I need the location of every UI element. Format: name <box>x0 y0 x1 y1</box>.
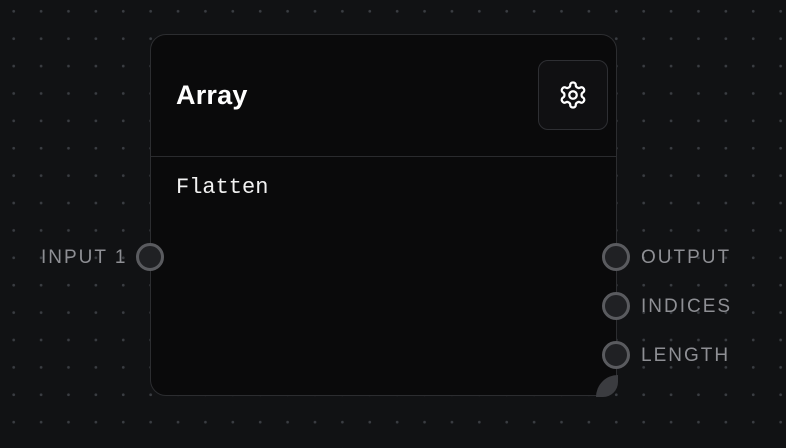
input-port-label: INPUT 1 <box>41 247 128 268</box>
operation-label: Flatten <box>176 175 269 200</box>
array-node[interactable]: Array Flatten <box>150 34 617 396</box>
output-port-label: OUTPUT <box>641 247 732 268</box>
node-header[interactable]: Array <box>151 35 616 157</box>
output-port[interactable] <box>602 243 630 271</box>
indices-port[interactable] <box>602 292 630 320</box>
length-port[interactable] <box>602 341 630 369</box>
length-port-label: LENGTH <box>641 345 731 366</box>
gear-icon <box>558 80 588 110</box>
node-title: Array <box>176 80 248 110</box>
input-port-1[interactable] <box>136 243 164 271</box>
node-editor-canvas[interactable]: Array Flatten INPUT 1 OUTPUT INDICES LEN… <box>0 0 786 448</box>
settings-button[interactable] <box>538 60 608 130</box>
indices-port-label: INDICES <box>641 296 733 317</box>
